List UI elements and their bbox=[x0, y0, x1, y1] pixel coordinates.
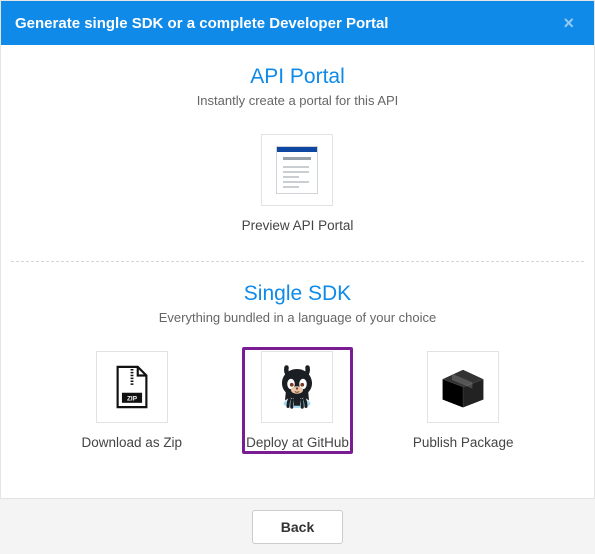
deploy-github-card[interactable]: Deploy at GitHub bbox=[242, 347, 353, 454]
deploy-github-label: Deploy at GitHub bbox=[246, 435, 349, 450]
github-octocat-icon bbox=[261, 351, 333, 423]
close-icon[interactable]: × bbox=[557, 9, 580, 38]
svg-text:ZIP: ZIP bbox=[127, 396, 138, 403]
portal-preview-icon bbox=[261, 134, 333, 206]
package-box-icon bbox=[427, 351, 499, 423]
single-sdk-section: Single SDK Everything bundled in a langu… bbox=[1, 262, 594, 478]
download-zip-label: Download as Zip bbox=[82, 435, 183, 450]
zip-icon: ZIP bbox=[96, 351, 168, 423]
api-portal-heading: API Portal bbox=[11, 65, 584, 89]
dialog-header: Generate single SDK or a complete Develo… bbox=[1, 1, 594, 45]
dialog-footer: Back bbox=[0, 498, 595, 554]
preview-api-portal-card[interactable]: Preview API Portal bbox=[238, 130, 358, 237]
preview-api-portal-label: Preview API Portal bbox=[242, 218, 354, 233]
api-portal-subtitle: Instantly create a portal for this API bbox=[11, 93, 584, 108]
single-sdk-heading: Single SDK bbox=[11, 282, 584, 306]
publish-package-card[interactable]: Publish Package bbox=[409, 347, 518, 454]
download-zip-card[interactable]: ZIP Download as Zip bbox=[78, 347, 187, 454]
back-button[interactable]: Back bbox=[252, 510, 343, 544]
api-portal-section: API Portal Instantly create a portal for… bbox=[1, 45, 594, 261]
single-sdk-subtitle: Everything bundled in a language of your… bbox=[11, 310, 584, 325]
dialog-title: Generate single SDK or a complete Develo… bbox=[15, 15, 557, 32]
publish-package-label: Publish Package bbox=[413, 435, 514, 450]
